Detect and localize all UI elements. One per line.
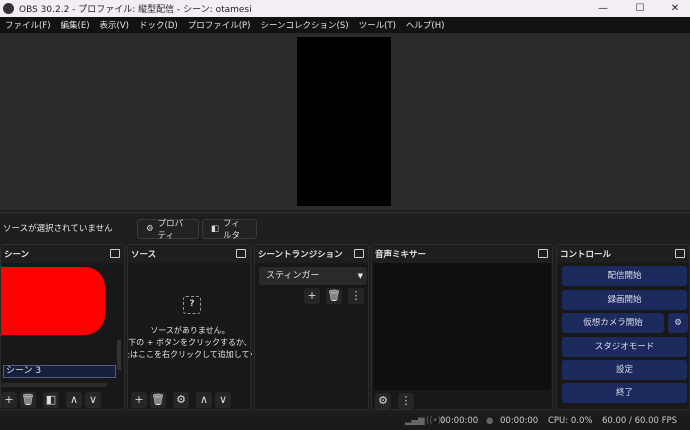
empty-line: ソースがありません。	[150, 326, 230, 335]
popout-icon[interactable]	[354, 249, 364, 258]
mixer-title: 音声ミキサー	[372, 245, 552, 263]
exit-button[interactable]: 終了	[562, 383, 687, 403]
audio-mixer-dock: 音声ミキサー ⚙ ⋮	[371, 244, 553, 410]
popout-icon[interactable]	[675, 249, 685, 258]
menu-bar: ファイル(F) 編集(E) 表示(V) ドック(D) プロファイル(P) シーン…	[0, 17, 690, 33]
virtual-camera-settings-gear-icon[interactable]: ⚙	[668, 313, 688, 333]
menu-profile[interactable]: プロファイル(P)	[183, 19, 256, 31]
horizontal-scrollbar[interactable]	[1, 383, 107, 387]
menu-edit[interactable]: 編集(E)	[56, 19, 95, 31]
menu-scene-collection[interactable]: シーンコレクション(S)	[255, 19, 353, 31]
settings-button[interactable]: 設定	[562, 360, 687, 380]
recording-icon: ●	[486, 416, 494, 426]
controls-dock: コントロール 配信開始 録画開始 仮想カメラ開始 ⚙ スタジオモード 設定 終了	[556, 244, 690, 410]
scene-filters-button[interactable]: ◧	[43, 392, 59, 408]
start-recording-button[interactable]: 録画開始	[562, 290, 687, 310]
menu-help[interactable]: ヘルプ(H)	[401, 19, 450, 31]
properties-button[interactable]: ⚙ プロパティ	[137, 219, 199, 241]
source-toolbar: ソースが選択されていません ⚙ プロパティ ◧ フィルタ	[0, 212, 690, 242]
properties-label: プロパティ	[157, 219, 184, 241]
redaction-mark	[1, 267, 105, 335]
filters-label: フィルタ	[223, 219, 241, 241]
preview-canvas[interactable]	[297, 37, 391, 206]
chevron-down-icon: ▼	[357, 272, 363, 280]
move-up-button[interactable]: ∧	[196, 392, 212, 408]
empty-line: またはここを右クリックして追加してください	[128, 350, 252, 359]
menu-view[interactable]: 表示(V)	[95, 19, 134, 31]
question-icon: ?	[183, 296, 201, 314]
advanced-audio-settings-icon[interactable]: ⚙	[375, 393, 391, 409]
sources-title: ソース	[128, 245, 250, 263]
cpu-usage: CPU: 0.0%	[548, 416, 593, 426]
gear-icon: ⚙	[146, 224, 154, 234]
studio-mode-button[interactable]: スタジオモード	[562, 337, 687, 357]
title-bar: OBS 30.2.2 - プロファイル: 縦型配信 - シーン: otamesi…	[0, 0, 690, 17]
empty-line: 下の + ボタンをクリックするか、	[128, 338, 252, 347]
source-properties-button[interactable]: ⚙	[173, 392, 189, 408]
transitions-dock: シーントランジション スティンガー ▼ + 🗑 ⋮	[254, 244, 369, 410]
preview-area[interactable]	[0, 33, 690, 210]
filter-icon: ◧	[211, 224, 220, 234]
scenes-dock: シーン シーン 3 + 🗑 ◧ ∧ ∨	[0, 244, 125, 410]
no-source-label: ソースが選択されていません	[3, 224, 113, 234]
popout-icon[interactable]	[538, 249, 548, 258]
remove-scene-button[interactable]: 🗑	[20, 392, 36, 408]
move-down-button[interactable]: ∨	[85, 392, 101, 408]
close-button[interactable]: ✕	[660, 0, 690, 17]
popout-icon[interactable]	[236, 249, 246, 258]
start-streaming-button[interactable]: 配信開始	[562, 266, 687, 286]
mixer-area	[374, 263, 551, 390]
popout-icon[interactable]	[110, 249, 120, 258]
empty-sources-message[interactable]: ソースがありません。 下の + ボタンをクリックするか、 またはここを右クリック…	[128, 325, 252, 361]
move-up-button[interactable]: ∧	[66, 392, 82, 408]
transition-value: スティンガー	[266, 271, 320, 281]
maximize-button[interactable]: ☐	[625, 0, 655, 17]
fps-readout: 60.00 / 60.00 FPS	[602, 416, 678, 426]
menu-tools[interactable]: ツール(T)	[354, 19, 401, 31]
sources-dock: ソース ? ソースがありません。 下の + ボタンをクリックするか、 またはここ…	[127, 244, 252, 410]
record-time: 00:00:00	[500, 416, 539, 426]
add-source-button[interactable]: +	[131, 392, 147, 408]
window-title: OBS 30.2.2 - プロファイル: 縦型配信 - シーン: otamesi	[19, 5, 252, 15]
scene-item[interactable]: シーン 3	[3, 365, 116, 378]
filters-button[interactable]: ◧ フィルタ	[202, 219, 257, 241]
menu-docks[interactable]: ドック(D)	[134, 19, 183, 31]
scrollbar[interactable]	[117, 340, 121, 370]
network-signal-icon: ▂▄▆	[405, 416, 425, 426]
add-transition-button[interactable]: +	[304, 288, 320, 304]
status-bar: ▂▄▆ ((•)) 00:00:00 ● 00:00:00 CPU: 0.0% …	[0, 413, 690, 430]
obs-logo-icon	[3, 3, 14, 14]
remove-source-button[interactable]: 🗑	[150, 392, 166, 408]
transitions-title: シーントランジション	[255, 245, 368, 263]
move-down-button[interactable]: ∨	[215, 392, 231, 408]
scenes-title: シーン	[1, 245, 124, 263]
add-scene-button[interactable]: +	[1, 392, 17, 408]
mixer-menu-button[interactable]: ⋮	[398, 393, 414, 409]
remove-transition-button[interactable]: 🗑	[326, 288, 342, 304]
start-virtual-camera-button[interactable]: 仮想カメラ開始	[562, 313, 664, 333]
minimize-button[interactable]: —	[588, 0, 618, 17]
controls-title: コントロール	[557, 245, 689, 263]
transition-menu-button[interactable]: ⋮	[348, 288, 364, 304]
transition-select[interactable]: スティンガー ▼	[259, 267, 367, 285]
stream-time: 00:00:00	[440, 416, 479, 426]
menu-file[interactable]: ファイル(F)	[0, 19, 56, 31]
